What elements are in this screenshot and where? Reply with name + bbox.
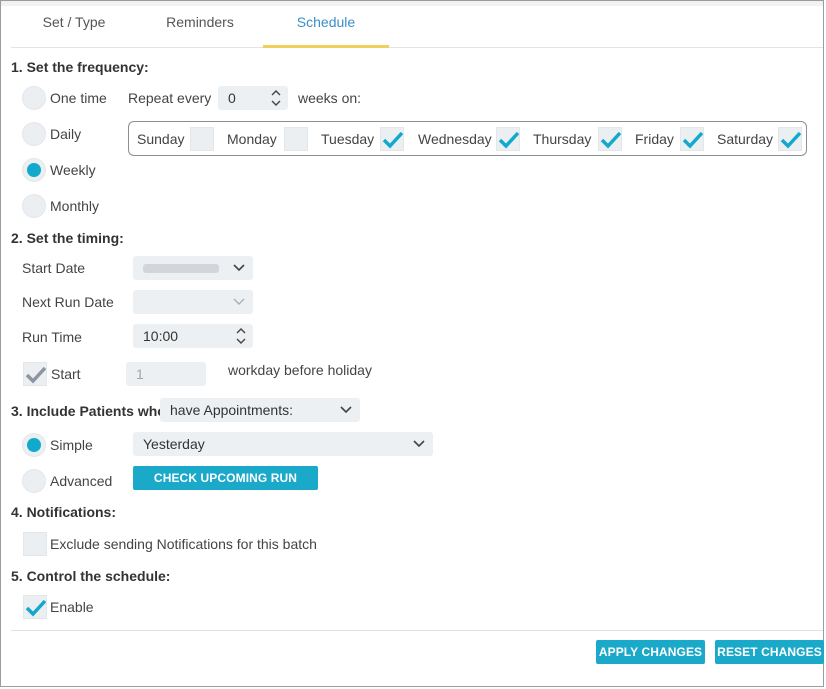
exclude-notifications-label: Exclude sending Notifications for this b… bbox=[50, 536, 317, 552]
start-date-label: Start Date bbox=[22, 260, 86, 276]
radio-daily[interactable] bbox=[22, 122, 46, 146]
spinner-arrows-icon[interactable] bbox=[236, 326, 246, 346]
weeks-on-label: weeks on: bbox=[298, 90, 362, 106]
checkbox-friday[interactable] bbox=[680, 127, 704, 151]
chevron-down-icon bbox=[413, 440, 425, 448]
apply-changes-button[interactable]: APPLY CHANGES bbox=[596, 640, 705, 664]
daily-label: Daily bbox=[50, 126, 82, 142]
day-label-wednesday: Wednesday bbox=[418, 131, 492, 147]
radio-advanced[interactable] bbox=[22, 469, 46, 493]
day-label-monday: Monday bbox=[227, 131, 277, 147]
start-workday-input[interactable]: 1 bbox=[126, 362, 206, 386]
check-icon bbox=[600, 131, 622, 149]
patients-filter-select[interactable]: have Appointments: bbox=[160, 398, 360, 422]
start-workday-value: 1 bbox=[136, 366, 144, 382]
tab-reminders[interactable]: Reminders bbox=[137, 6, 263, 45]
run-time-value: 10:00 bbox=[143, 328, 179, 344]
patients-heading: 3. Include Patients who bbox=[11, 403, 166, 419]
day-label-saturday: Saturday bbox=[717, 131, 774, 147]
spinner-arrows-icon[interactable] bbox=[271, 88, 281, 108]
tab-set-type[interactable]: Set / Type bbox=[11, 6, 137, 45]
radio-one-time[interactable] bbox=[22, 86, 46, 110]
checkbox-wednesday[interactable] bbox=[496, 127, 520, 151]
run-time-input[interactable]: 10:00 bbox=[133, 324, 253, 348]
enable-label: Enable bbox=[50, 599, 94, 615]
checkbox-saturday[interactable] bbox=[778, 127, 802, 151]
one-time-label: One time bbox=[50, 90, 107, 106]
reset-changes-button[interactable]: RESET CHANGES bbox=[715, 640, 824, 664]
day-label-thursday: Thursday bbox=[533, 131, 592, 147]
start-date-value bbox=[143, 264, 219, 273]
start-label: Start bbox=[51, 366, 81, 382]
notifications-heading: 4. Notifications: bbox=[11, 504, 117, 520]
chevron-down-icon bbox=[233, 298, 245, 305]
next-run-date-select[interactable] bbox=[133, 290, 253, 314]
chevron-down-icon bbox=[340, 406, 352, 414]
checkbox-tuesday[interactable] bbox=[380, 127, 404, 151]
simple-label: Simple bbox=[50, 437, 93, 453]
timing-heading: 2. Set the timing: bbox=[11, 230, 124, 246]
checkbox-monday[interactable] bbox=[284, 127, 308, 151]
holiday-label: workday before holiday bbox=[228, 362, 372, 378]
repeat-every-label: Repeat every bbox=[128, 90, 212, 106]
tab-bar: Set / Type Reminders Schedule bbox=[11, 6, 823, 48]
footer-divider bbox=[11, 630, 823, 631]
chevron-down-icon bbox=[233, 264, 245, 272]
simple-period-value: Yesterday bbox=[143, 436, 205, 452]
run-time-label: Run Time bbox=[22, 329, 82, 345]
repeat-weeks-stepper[interactable]: 0 bbox=[218, 86, 288, 110]
check-icon bbox=[382, 131, 404, 149]
simple-period-select[interactable]: Yesterday bbox=[133, 432, 433, 456]
tab-schedule[interactable]: Schedule bbox=[263, 6, 389, 48]
checkbox-thursday[interactable] bbox=[598, 127, 622, 151]
radio-simple[interactable] bbox=[22, 433, 46, 457]
exclude-notifications-checkbox[interactable] bbox=[23, 532, 47, 556]
day-label-sunday: Sunday bbox=[137, 131, 185, 147]
start-date-select[interactable] bbox=[133, 256, 253, 280]
next-run-date-label: Next Run Date bbox=[22, 294, 114, 310]
schedule-panel: Set / Type Reminders Schedule 1. Set the… bbox=[0, 0, 824, 687]
patients-filter-value: have Appointments: bbox=[170, 402, 293, 418]
repeat-value: 0 bbox=[228, 90, 236, 106]
checkbox-sunday[interactable] bbox=[190, 127, 214, 151]
frequency-heading: 1. Set the frequency: bbox=[11, 59, 149, 75]
day-label-tuesday: Tuesday bbox=[321, 131, 375, 147]
check-icon bbox=[25, 599, 47, 617]
monthly-label: Monthly bbox=[50, 198, 100, 214]
check-icon bbox=[682, 131, 704, 149]
check-icon bbox=[25, 366, 47, 384]
weekly-label: Weekly bbox=[50, 162, 96, 178]
check-icon bbox=[780, 131, 802, 149]
radio-monthly[interactable] bbox=[22, 194, 46, 218]
start-checkbox[interactable] bbox=[23, 362, 47, 386]
enable-checkbox[interactable] bbox=[23, 595, 47, 619]
check-icon bbox=[498, 131, 520, 149]
day-label-friday: Friday bbox=[635, 131, 674, 147]
control-heading: 5. Control the schedule: bbox=[11, 568, 171, 584]
check-upcoming-run-dates-button[interactable]: CHECK UPCOMING RUN DATES bbox=[133, 466, 318, 509]
radio-weekly[interactable] bbox=[22, 158, 46, 182]
advanced-label: Advanced bbox=[50, 473, 113, 489]
